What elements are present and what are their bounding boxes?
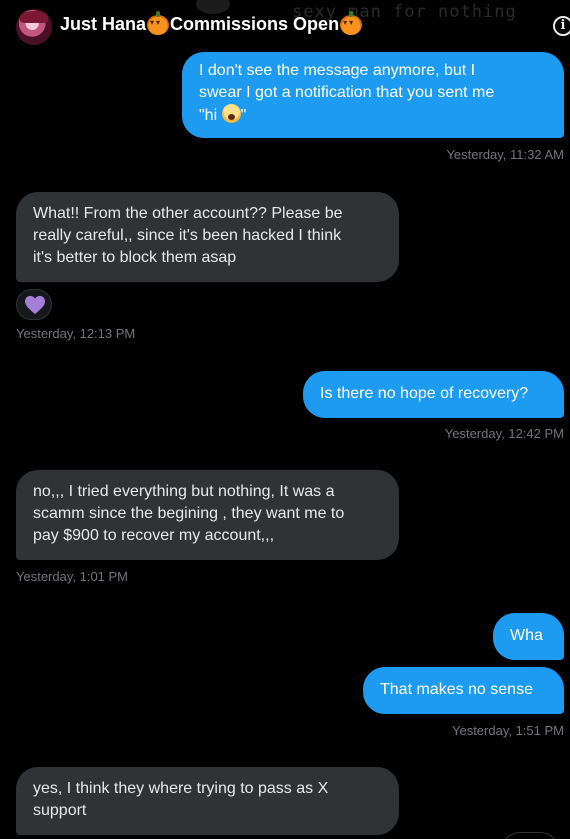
pumpkin-icon: [147, 10, 170, 35]
background-art: [196, 0, 230, 14]
message-timestamp: Yesterday, 12:42 PM: [444, 426, 564, 441]
contact-name: Just Hana: [60, 14, 147, 34]
pumpkin-icon: [340, 10, 363, 35]
message-timestamp: Yesterday, 1:51 PM: [451, 723, 564, 738]
scroll-to-bottom-button[interactable]: [500, 832, 560, 839]
message-bubble-received[interactable]: no,,, I tried everything but nothing, It…: [16, 470, 399, 560]
purple-heart-icon: [25, 295, 45, 315]
message-timestamp: Yesterday, 1:01 PM: [16, 569, 129, 584]
avatar[interactable]: [16, 9, 52, 45]
message-timestamp: Yesterday, 12:13 PM: [16, 326, 136, 341]
message-bubble-sent[interactable]: Wha: [493, 613, 564, 660]
message-bubble-received[interactable]: What!! From the other account?? Please b…: [16, 192, 399, 282]
message-timestamp: Yesterday, 11:32 AM: [446, 147, 564, 162]
conversation-header: sexy man for nothing Just Hana Commissio…: [0, 0, 570, 50]
message-bubble-sent[interactable]: I don't see the message anymore, but I s…: [182, 52, 564, 138]
message-bubble-sent[interactable]: Is there no hope of recovery?: [303, 371, 564, 418]
conversation-title[interactable]: Just Hana Commissions Open: [60, 10, 363, 35]
message-reaction[interactable]: [16, 289, 52, 320]
message-bubble-received[interactable]: yes, I think they where trying to pass a…: [16, 767, 399, 835]
info-icon[interactable]: i: [553, 16, 570, 36]
face-screaming-icon: [221, 104, 241, 123]
message-bubble-sent[interactable]: That makes no sense: [363, 667, 564, 714]
contact-name-suffix: Commissions Open: [170, 14, 340, 34]
